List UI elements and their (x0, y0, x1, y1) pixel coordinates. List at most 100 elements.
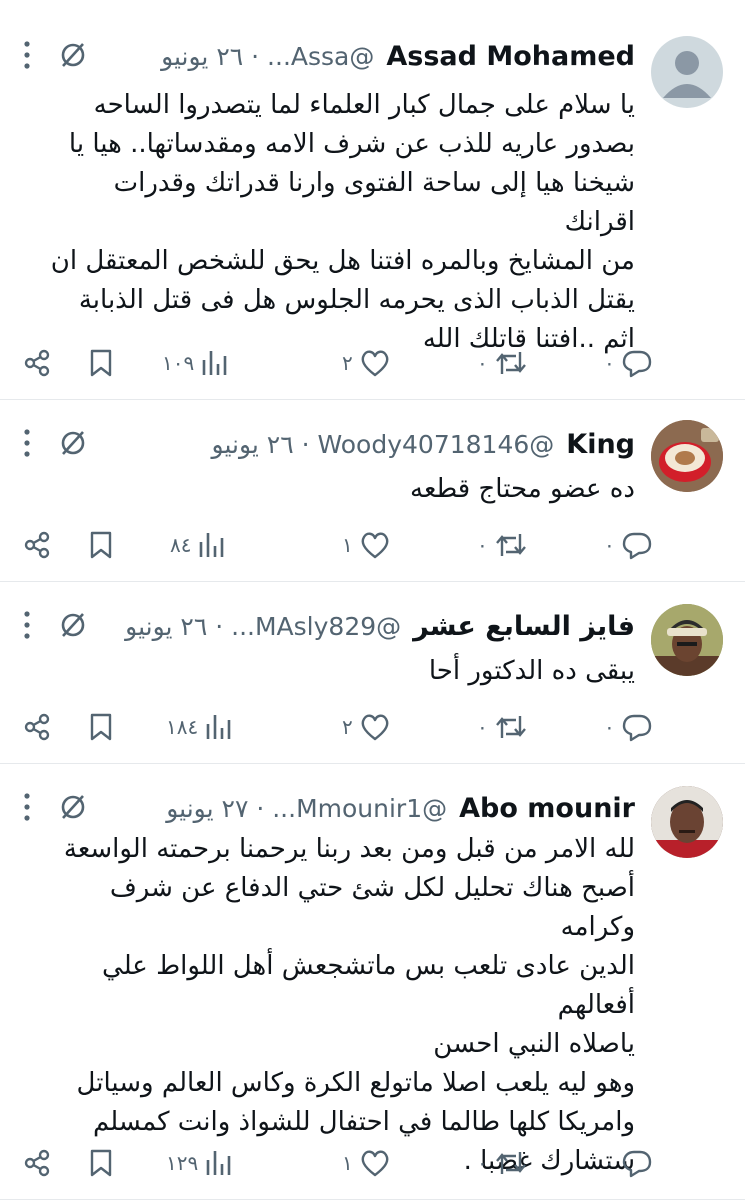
like-icon (361, 1150, 389, 1177)
share-icon (24, 531, 50, 559)
grok-icon[interactable] (58, 428, 88, 458)
share-button[interactable] (22, 709, 52, 745)
tweet-header: فايز السابع عشر @MAsly829... · ٢٦ يونيو (22, 608, 635, 644)
retweet-count: ٠ (477, 715, 488, 739)
tweet-meta: @MAsly829... · ٢٦ يونيو (125, 612, 401, 641)
tweet-header-icons (22, 40, 88, 70)
like-count: ١ (342, 533, 353, 557)
bookmark-button[interactable] (88, 709, 114, 745)
author-handle[interactable]: @Assa... (267, 42, 374, 71)
like-count: ١ (342, 1151, 353, 1175)
grok-icon[interactable] (58, 610, 88, 640)
views-count: ١٨٤ (166, 715, 199, 739)
retweet-count: ٠ (477, 1151, 488, 1175)
retweet-button[interactable]: ٠ (477, 709, 528, 745)
avatar[interactable] (651, 36, 723, 108)
share-button[interactable] (22, 345, 52, 381)
grok-icon[interactable] (58, 40, 88, 70)
bookmark-button[interactable] (88, 527, 114, 563)
share-button[interactable] (22, 527, 52, 563)
share-icon (24, 713, 50, 741)
tweet-date[interactable]: ٢٧ يونيو (166, 794, 248, 823)
retweet-count: ٠ (477, 351, 488, 375)
tweet-header: King @Woody40718146 · ٢٦ يونيو (22, 426, 635, 462)
tweet-date[interactable]: ٢٦ يونيو (212, 430, 294, 459)
like-icon (361, 350, 389, 377)
grok-icon[interactable] (58, 792, 88, 822)
avatar[interactable] (651, 420, 723, 492)
tweet-meta: @Mmounir1... · ٢٧ يونيو (166, 794, 447, 823)
author-name[interactable]: Abo mounir (459, 793, 635, 824)
author-handle[interactable]: @Woody40718146 (318, 430, 555, 459)
bookmark-icon (90, 531, 112, 559)
author-handle[interactable]: @Mmounir1... (272, 794, 447, 823)
reply-button[interactable]: ٠ (604, 527, 653, 563)
reply-button[interactable]: ٠ (604, 1145, 653, 1181)
views-button[interactable]: ١٠٩ (162, 345, 228, 381)
bookmark-button[interactable] (88, 345, 114, 381)
more-icon[interactable] (22, 40, 32, 70)
retweet-button[interactable]: ٠ (477, 527, 528, 563)
bookmark-icon (90, 713, 112, 741)
views-icon (200, 533, 224, 557)
more-icon[interactable] (22, 610, 32, 640)
tweet-text: يبقى ده الدكتور أحا (428, 656, 635, 686)
like-count: ٢ (342, 351, 353, 375)
like-button[interactable]: ٢ (342, 709, 391, 745)
tweet-date[interactable]: ٢٦ يونيو (161, 42, 243, 71)
share-icon (24, 1149, 50, 1177)
tweet-actions: ١٢٩ ١ ٠ ٠ (22, 1145, 651, 1181)
retweet-icon (495, 352, 526, 374)
tweet-header-icons (22, 428, 88, 458)
more-icon[interactable] (22, 428, 32, 458)
views-button[interactable]: ١٢٩ (166, 1145, 232, 1181)
author-name[interactable]: King (566, 429, 635, 460)
like-button[interactable]: ٢ (342, 345, 391, 381)
retweet-button[interactable]: ٠ (477, 345, 528, 381)
retweet-icon (495, 534, 526, 556)
like-button[interactable]: ١ (342, 1145, 391, 1181)
bookmark-button[interactable] (88, 1145, 114, 1181)
meta-separator: · (301, 429, 310, 459)
tweet-date[interactable]: ٢٦ يونيو (125, 612, 207, 641)
views-count: ٨٤ (170, 533, 192, 557)
tweet-meta: @Assa... · ٢٦ يونيو (161, 42, 374, 71)
retweet-count: ٠ (477, 533, 488, 557)
tweet[interactable]: King @Woody40718146 · ٢٦ يونيو ده عضو مح… (0, 400, 745, 582)
reply-count: ٠ (604, 533, 615, 557)
reply-icon (622, 1150, 651, 1178)
tweet-meta: @Woody40718146 · ٢٦ يونيو (212, 430, 555, 459)
reply-count: ٠ (604, 1151, 615, 1175)
views-icon (206, 1151, 231, 1175)
bookmark-icon (90, 1149, 112, 1177)
more-icon[interactable] (22, 792, 32, 822)
avatar[interactable] (651, 786, 723, 858)
tweet[interactable]: Abo mounir @Mmounir1... · ٢٧ يونيو لله ا… (0, 764, 745, 1200)
avatar[interactable] (651, 604, 723, 676)
like-count: ٢ (342, 715, 353, 739)
share-button[interactable] (22, 1145, 52, 1181)
author-name[interactable]: فايز السابع عشر (413, 611, 635, 642)
views-icon (206, 715, 231, 739)
author-name[interactable]: Assad Mohamed (386, 41, 635, 72)
tweet-header-icons (22, 792, 88, 822)
tweet-header: Assad Mohamed @Assa... · ٢٦ يونيو (22, 38, 635, 74)
views-button[interactable]: ٨٤ (170, 527, 225, 563)
tweet-actions: ١٨٤ ٢ ٠ ٠ (22, 709, 651, 745)
bookmark-icon (90, 349, 112, 377)
reply-button[interactable]: ٠ (604, 709, 653, 745)
reply-icon (622, 714, 651, 742)
tweet[interactable]: Assad Mohamed @Assa... · ٢٦ يونيو يا سلا… (0, 0, 745, 400)
reply-count: ٠ (604, 351, 615, 375)
tweet-actions: ١٠٩ ٢ ٠ ٠ (22, 345, 651, 381)
retweet-button[interactable]: ٠ (477, 1145, 528, 1181)
tweet-text: يا سلام على جمال كبار العلماء لما يتصدرو… (50, 90, 635, 354)
views-button[interactable]: ١٨٤ (166, 709, 232, 745)
author-handle[interactable]: @MAsly829... (231, 612, 401, 641)
tweet[interactable]: فايز السابع عشر @MAsly829... · ٢٦ يونيو … (0, 582, 745, 764)
like-button[interactable]: ١ (342, 527, 391, 563)
share-icon (24, 349, 50, 377)
reply-button[interactable]: ٠ (604, 345, 653, 381)
reply-count: ٠ (604, 715, 615, 739)
retweet-icon (495, 716, 526, 738)
